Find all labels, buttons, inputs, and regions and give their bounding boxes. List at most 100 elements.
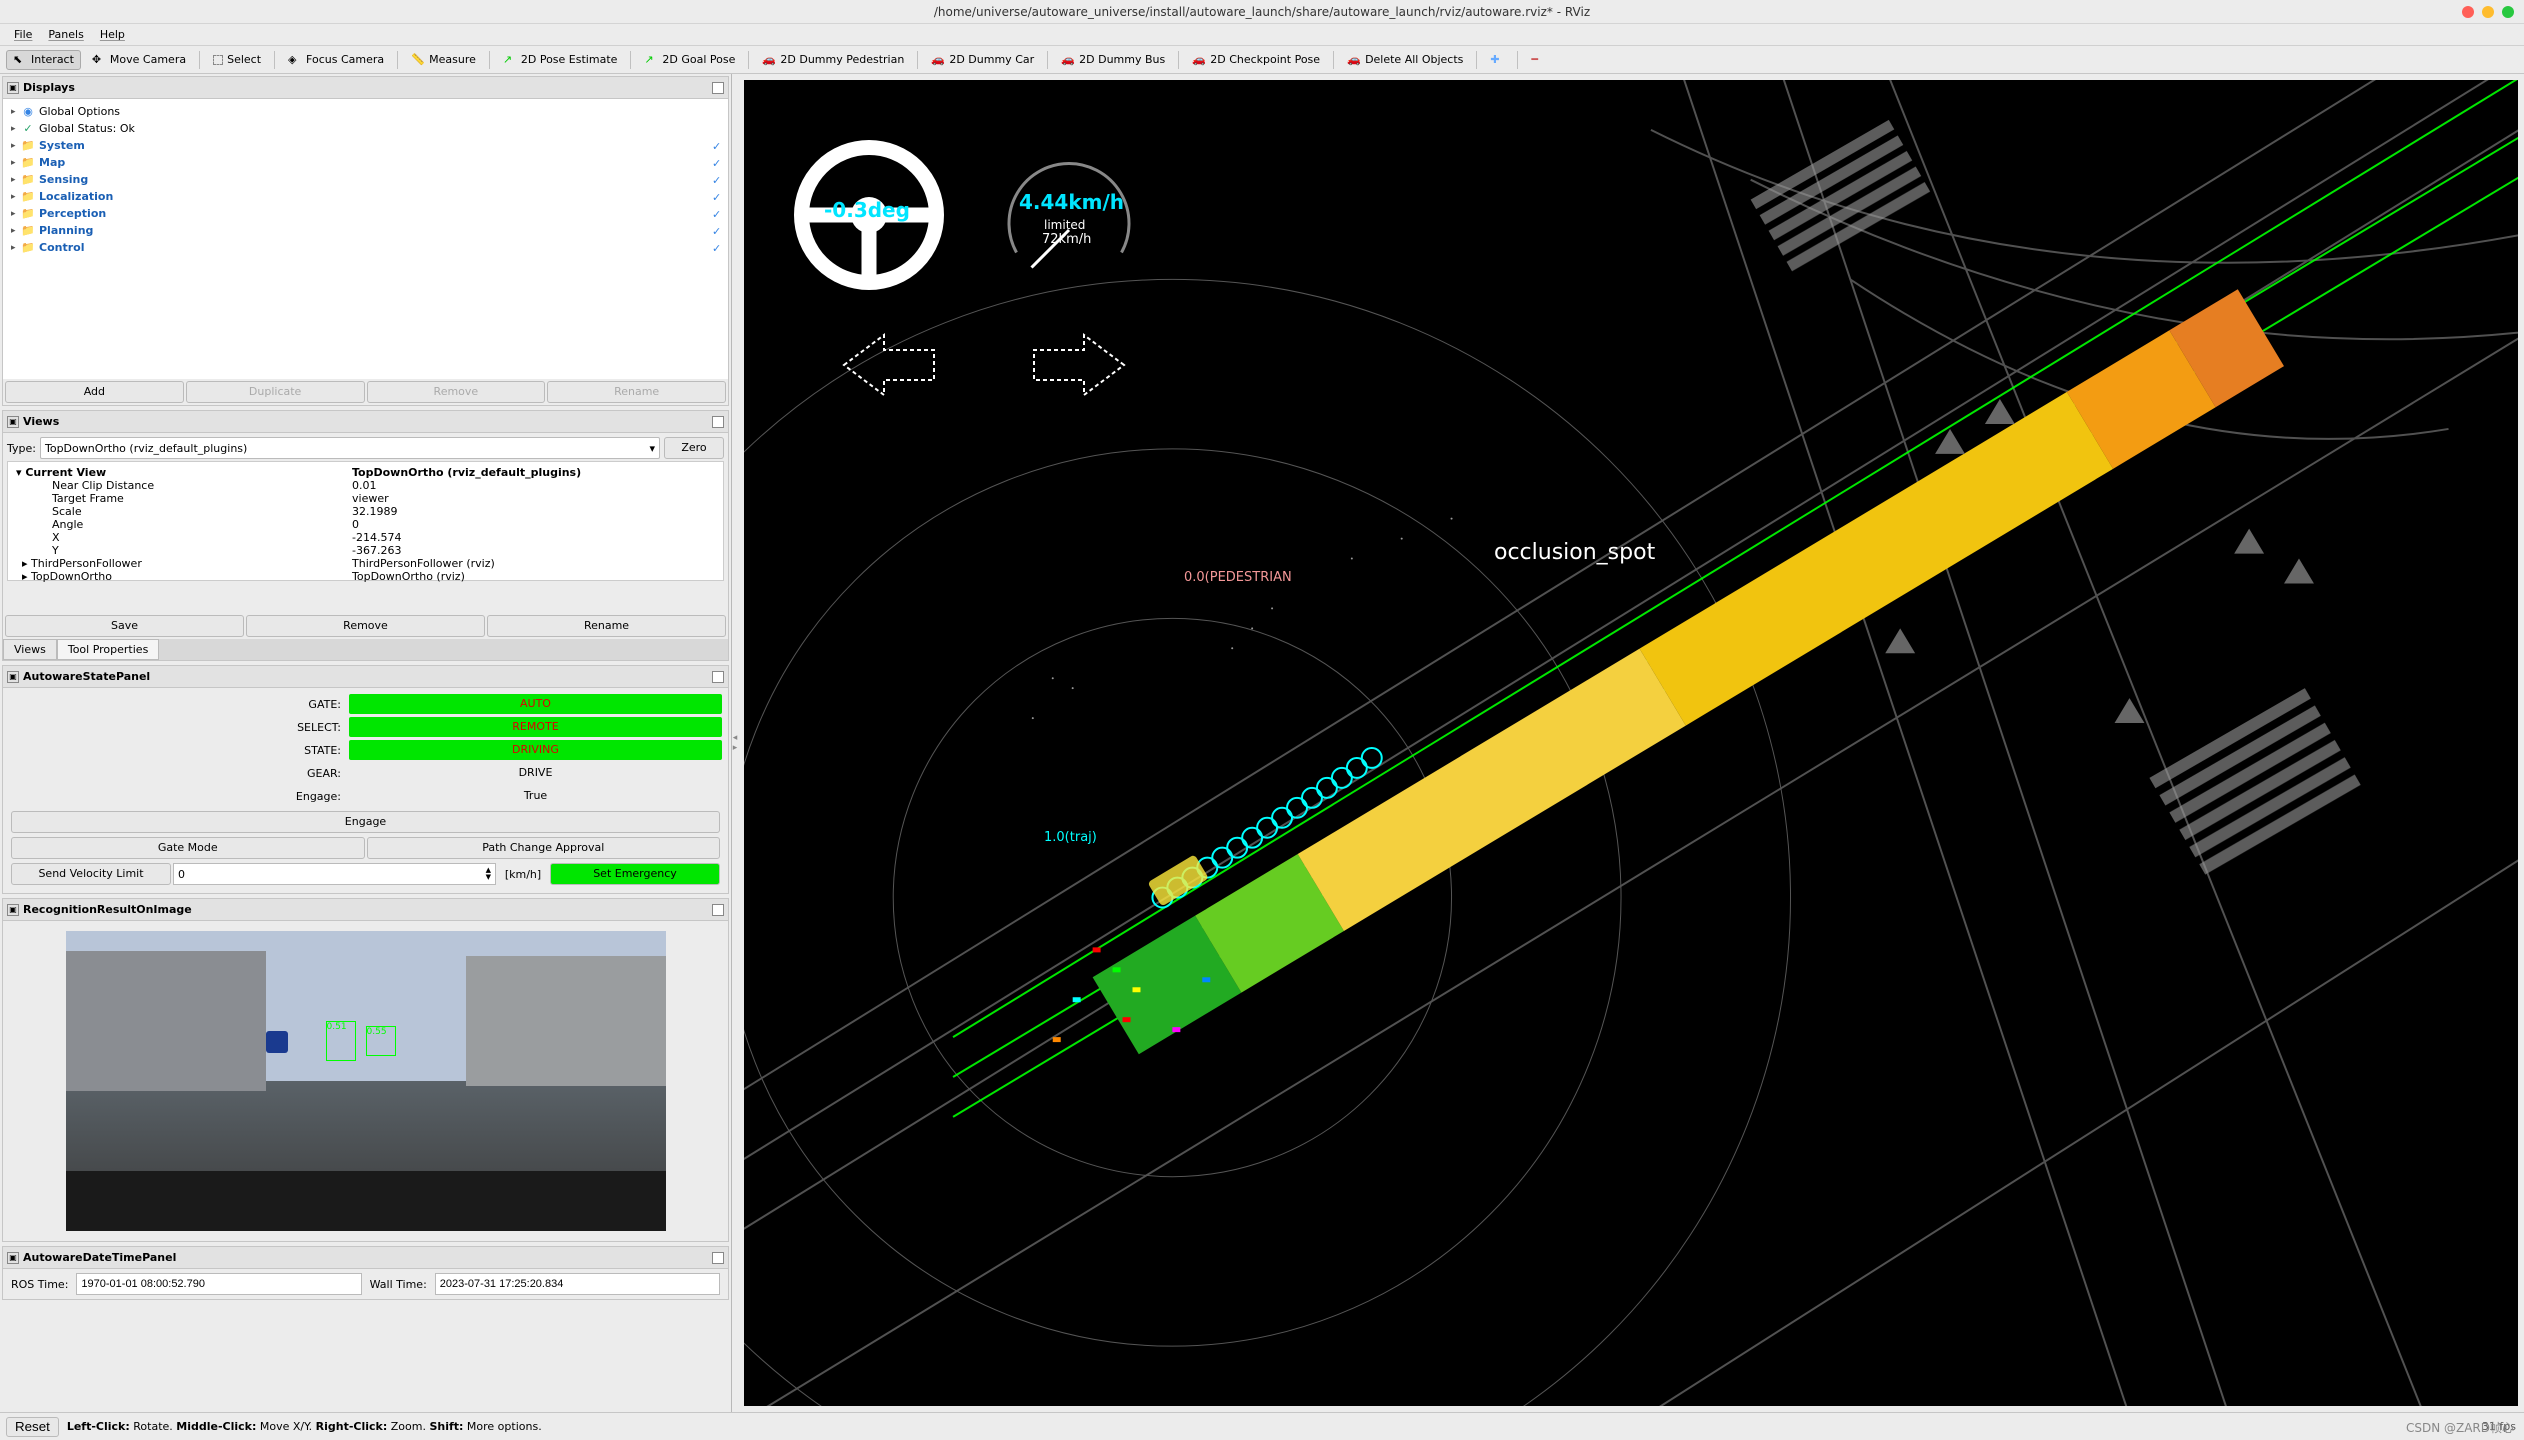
check-icon[interactable]: ✓ xyxy=(712,242,724,254)
statusbar: Reset Left-Click: Rotate. Middle-Click: … xyxy=(0,1412,2524,1440)
toolbar: ⬉Interact ✥Move Camera Select ◈Focus Cam… xyxy=(0,46,2524,74)
engage-button[interactable]: Engage xyxy=(11,811,720,833)
tool-dummy-bus[interactable]: 🚗2D Dummy Bus xyxy=(1054,50,1172,70)
view-type-combo[interactable]: TopDownOrtho (rviz_default_plugins)▾ xyxy=(40,437,660,459)
recognition-header[interactable]: ▣ RecognitionResultOnImage xyxy=(3,899,728,921)
menu-file[interactable]: File xyxy=(6,26,40,43)
tab-tool-properties[interactable]: Tool Properties xyxy=(57,639,159,660)
tree-global-status[interactable]: ▸✓Global Status: Ok xyxy=(7,120,724,137)
velocity-input[interactable]: 0▲▼ xyxy=(173,863,496,885)
tree-item[interactable]: ▸📁Localization✓ xyxy=(7,188,724,205)
panel-checkbox[interactable] xyxy=(712,1252,724,1264)
steering-wheel: -0.3deg xyxy=(794,140,944,290)
displays-header[interactable]: ▣ Displays xyxy=(3,77,728,99)
hud-overlay: -0.3deg 4.44km/h limited 72km/h xyxy=(794,140,1174,413)
menu-panels[interactable]: Panels xyxy=(40,26,91,43)
tool-checkpoint-pose[interactable]: 🚗2D Checkpoint Pose xyxy=(1185,50,1327,70)
main-content: ▣ Displays ▸◉Global Options ▸✓Global Sta… xyxy=(0,74,2524,1412)
gate-mode-button[interactable]: Gate Mode xyxy=(11,837,365,859)
datetime-header[interactable]: ▣ AutowareDateTimePanel xyxy=(3,1247,728,1269)
tool-goal-pose[interactable]: ↗2D Goal Pose xyxy=(637,50,742,70)
tool-measure[interactable]: 📏Measure xyxy=(404,50,483,70)
close-icon[interactable] xyxy=(2462,6,2474,18)
rename-button[interactable]: Rename xyxy=(487,615,726,637)
maximize-icon[interactable] xyxy=(2502,6,2514,18)
check-icon[interactable]: ✓ xyxy=(712,225,724,237)
arrow-green-icon: ↗ xyxy=(503,53,517,67)
tree-global-options[interactable]: ▸◉Global Options xyxy=(7,103,724,120)
tool-dummy-pedestrian[interactable]: 🚗2D Dummy Pedestrian xyxy=(755,50,911,70)
tool-interact[interactable]: ⬉Interact xyxy=(6,50,81,70)
check-icon[interactable]: ✓ xyxy=(712,140,724,152)
ros-time-input[interactable] xyxy=(76,1273,361,1295)
tree-item[interactable]: ▸📁System✓ xyxy=(7,137,724,154)
rename-button[interactable]: Rename xyxy=(547,381,726,403)
tree-item[interactable]: ▸📁Planning✓ xyxy=(7,222,724,239)
focus-icon: ◈ xyxy=(288,53,302,67)
send-velocity-button[interactable]: Send Velocity Limit xyxy=(11,863,171,885)
panel-checkbox[interactable] xyxy=(712,82,724,94)
3d-viewport[interactable]: -0.3deg 4.44km/h limited 72km/h xyxy=(744,80,2518,1406)
views-header[interactable]: ▣ Views xyxy=(3,411,728,433)
collapse-icon[interactable]: ▣ xyxy=(7,671,19,683)
speed-gauge: 4.44km/h limited 72km/h xyxy=(984,140,1154,290)
cursor-icon: ⬉ xyxy=(13,53,27,67)
folder-icon: 📁 xyxy=(21,191,35,203)
check-icon[interactable]: ✓ xyxy=(712,191,724,203)
collapse-icon[interactable]: ▣ xyxy=(7,82,19,94)
type-label: Type: xyxy=(7,442,36,455)
tool-focus-camera[interactable]: ◈Focus Camera xyxy=(281,50,391,70)
state-panel: ▣ AutowareStatePanel GATE:AUTO SELECT:RE… xyxy=(2,665,729,894)
remove-button[interactable]: Remove xyxy=(367,381,546,403)
menu-help[interactable]: Help xyxy=(92,26,133,43)
remove-button[interactable]: Remove xyxy=(246,615,485,637)
left-panel: ▣ Displays ▸◉Global Options ▸✓Global Sta… xyxy=(0,74,732,1412)
tree-item[interactable]: ▸📁Perception✓ xyxy=(7,205,724,222)
ruler-icon: 📏 xyxy=(411,53,425,67)
reset-button[interactable]: Reset xyxy=(6,1417,59,1437)
collapse-icon[interactable]: ▣ xyxy=(7,1252,19,1264)
collapse-icon[interactable]: ▣ xyxy=(7,904,19,916)
wall-time-input[interactable] xyxy=(435,1273,720,1295)
car-icon: 🚗 xyxy=(1347,53,1361,67)
views-list[interactable]: ▾ Current ViewTopDownOrtho (rviz_default… xyxy=(7,461,724,581)
zero-button[interactable]: Zero xyxy=(664,437,724,459)
folder-icon: 📁 xyxy=(21,208,35,220)
tool-plus[interactable]: ✚ xyxy=(1483,50,1511,70)
window-titlebar: /home/universe/autoware_universe/install… xyxy=(0,0,2524,24)
tree-item[interactable]: ▸📁Sensing✓ xyxy=(7,171,724,188)
tab-views[interactable]: Views xyxy=(3,639,57,660)
check-icon[interactable]: ✓ xyxy=(712,208,724,220)
tool-minus[interactable]: ━ xyxy=(1524,50,1552,70)
tool-pose-estimate[interactable]: ↗2D Pose Estimate xyxy=(496,50,625,70)
state-header[interactable]: ▣ AutowareStatePanel xyxy=(3,666,728,688)
spinner-icon[interactable]: ▲▼ xyxy=(486,867,491,881)
tool-delete-all[interactable]: 🚗Delete All Objects xyxy=(1340,50,1470,70)
tool-select[interactable]: Select xyxy=(206,50,268,69)
add-button[interactable]: Add xyxy=(5,381,184,403)
tool-move-camera[interactable]: ✥Move Camera xyxy=(85,50,193,70)
tool-dummy-car[interactable]: 🚗2D Dummy Car xyxy=(924,50,1041,70)
tree-item[interactable]: ▸📁Control✓ xyxy=(7,239,724,256)
path-change-button[interactable]: Path Change Approval xyxy=(367,837,721,859)
car-icon: 🚗 xyxy=(1061,53,1075,67)
minimize-icon[interactable] xyxy=(2482,6,2494,18)
panel-checkbox[interactable] xyxy=(712,671,724,683)
check-icon[interactable]: ✓ xyxy=(712,157,724,169)
duplicate-button[interactable]: Duplicate xyxy=(186,381,365,403)
panel-checkbox[interactable] xyxy=(712,904,724,916)
gear-value: DRIVE xyxy=(349,763,722,783)
panel-checkbox[interactable] xyxy=(712,416,724,428)
gear-icon: ◉ xyxy=(21,106,35,118)
speed-value: 4.44km/h xyxy=(1019,190,1124,214)
check-icon[interactable]: ✓ xyxy=(712,174,724,186)
save-button[interactable]: Save xyxy=(5,615,244,637)
set-emergency-button[interactable]: Set Emergency xyxy=(550,863,720,885)
collapse-icon[interactable]: ▣ xyxy=(7,416,19,428)
tree-item[interactable]: ▸📁Map✓ xyxy=(7,154,724,171)
recognition-panel: ▣ RecognitionResultOnImage 0.51 0.55 xyxy=(2,898,729,1242)
displays-tree[interactable]: ▸◉Global Options ▸✓Global Status: Ok ▸📁S… xyxy=(3,99,728,379)
traj-label: 1.0(traj) xyxy=(1044,830,1097,845)
engage-value: True xyxy=(349,786,722,806)
folder-icon: 📁 xyxy=(21,174,35,186)
